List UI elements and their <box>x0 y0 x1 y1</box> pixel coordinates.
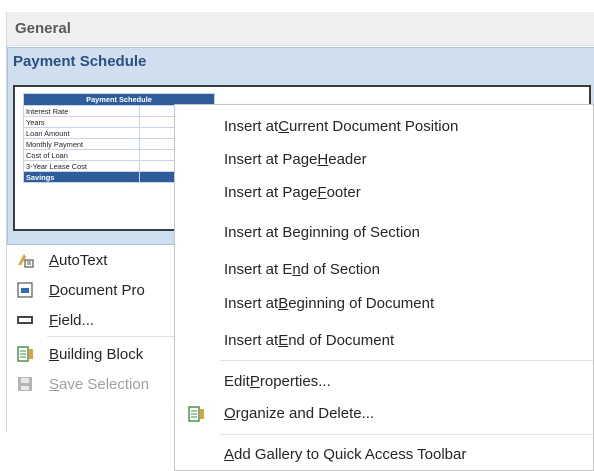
building-blocks-icon <box>15 345 35 363</box>
menu-item-insert-end-document[interactable]: Insert at End of Document <box>175 324 593 357</box>
document-property-icon <box>15 281 35 299</box>
autotext-icon <box>15 251 35 269</box>
menu-item-insert-page-footer[interactable]: Insert at Page Footer <box>175 176 593 209</box>
menu-item-organize-delete[interactable]: Organize and Delete... <box>175 397 593 430</box>
menu-item-add-gallery-quick-access[interactable]: Add Gallery to Quick Access Toolbar <box>175 438 593 471</box>
menu-separator <box>220 434 593 435</box>
gallery-item-title: Payment Schedule <box>13 53 147 70</box>
section-header-general: General <box>7 12 594 46</box>
menu-item-insert-current-position[interactable]: Insert at Current Document Position <box>175 110 593 143</box>
menu-item-insert-beginning-section[interactable]: Insert at Be g inning of Section <box>175 216 593 249</box>
menu-item-insert-page-header[interactable]: Insert at Page Header <box>175 143 593 176</box>
menu-item-insert-end-section[interactable]: Insert at End of Section <box>175 253 593 286</box>
save-selection-icon <box>15 375 35 393</box>
field-icon <box>15 311 35 329</box>
menu-separator <box>220 360 593 361</box>
context-menu: Insert at Current Document Position Inse… <box>174 104 594 471</box>
menu-item-edit-properties[interactable]: Edit Properties... <box>175 365 593 398</box>
building-blocks-icon <box>187 405 205 423</box>
menu-item-insert-beginning-document[interactable]: Insert at Beginning of Document <box>175 287 593 320</box>
